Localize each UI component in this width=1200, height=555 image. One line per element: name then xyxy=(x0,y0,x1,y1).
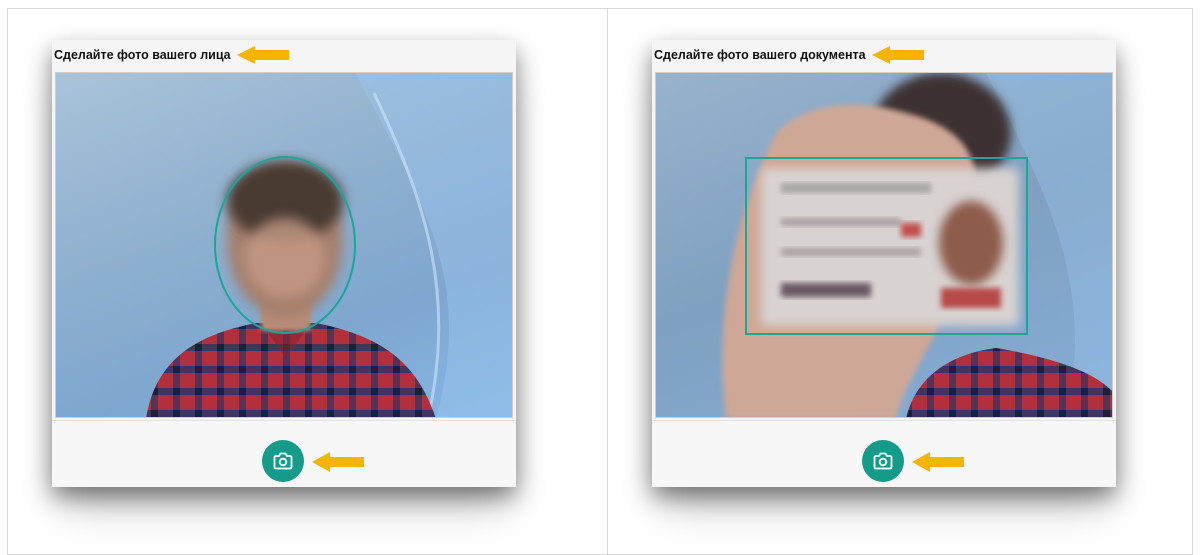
face-capture-footer xyxy=(52,420,516,487)
document-capture-card: Сделайте фото вашего документа xyxy=(652,40,1116,487)
face-capture-card: Сделайте фото вашего лица xyxy=(52,40,516,487)
document-camera-image xyxy=(722,73,1112,417)
panel-divider xyxy=(607,8,608,555)
document-capture-title-row: Сделайте фото вашего документа xyxy=(654,45,924,65)
face-camera-image xyxy=(146,73,512,417)
arrow-left-icon xyxy=(312,452,364,477)
arrow-left-icon xyxy=(236,46,289,64)
face-camera-preview xyxy=(55,72,513,418)
camera-icon xyxy=(273,452,293,470)
document-capture-title: Сделайте фото вашего документа xyxy=(654,48,866,62)
document-camera-preview xyxy=(655,72,1113,418)
camera-icon xyxy=(873,452,893,470)
arrow-left-icon xyxy=(871,46,924,64)
document-capture-button[interactable] xyxy=(862,440,904,482)
document-capture-footer xyxy=(652,420,1116,487)
face-capture-title: Сделайте фото вашего лица xyxy=(54,48,231,62)
arrow-left-icon xyxy=(912,452,964,477)
face-capture-title-row: Сделайте фото вашего лица xyxy=(54,45,289,65)
face-capture-button[interactable] xyxy=(262,440,304,482)
